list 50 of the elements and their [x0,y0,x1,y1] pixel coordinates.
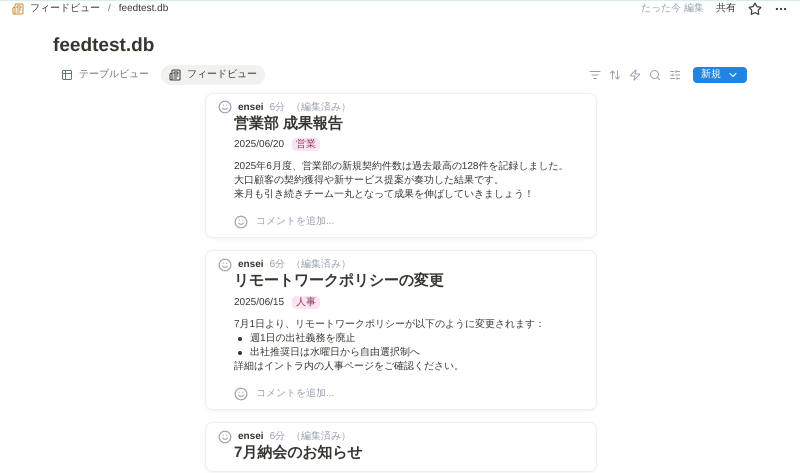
author-name: ensei [238,258,264,272]
new-button[interactable]: 新規 [693,66,747,82]
edited-label: （編集済み） [291,258,352,272]
post-time: 6分 [270,258,286,272]
avatar-icon [218,100,232,114]
breadcrumb-link[interactable]: feedtest.db [118,1,168,16]
body-text: 7月1日より、リモートワークポリシーが以下のように変更されます： [234,318,546,332]
settings-icon[interactable] [669,68,681,80]
filter-icon[interactable] [589,68,601,80]
category-tag: 人事 [292,296,320,309]
post-date: 2025/06/15 [234,296,284,310]
sort-icon[interactable] [609,68,621,80]
bullet-icon [238,351,242,355]
comment-field[interactable]: コメントを追加... [256,214,496,230]
comment-field[interactable]: コメントを追加... [256,386,496,401]
list-item: 出社推奨日は水曜日から自由選択制へ [250,346,420,360]
search-icon[interactable] [649,68,661,80]
view-tab[interactable]: フィードビュー [161,64,265,84]
breadcrumb-link[interactable]: フィードビュー [30,1,100,16]
post-title: 7月納会のお知らせ [233,444,364,463]
body-text: 来月も引き続きチーム一丸となって成果を伸ばしていきましょう！ [234,188,535,202]
share-button[interactable]: 共有 [716,1,736,16]
page-title: feedtest.db [53,34,156,58]
edited-status: たった今 編集 [641,2,704,16]
breadcrumb-separator: / [107,2,112,16]
post-date: 2025/06/20 [234,138,284,152]
commenter-avatar-icon [234,386,248,400]
body-text: 大口顧客の契約獲得や新サービス提案が奏功した結果です。 [234,174,505,188]
bullet-icon [238,337,242,341]
body-text: 詳細はイントラ内の人事ページをご確認ください。 [234,360,465,374]
body-text: 2025年6月度、営業部の新規契約件数は過去最高の128件を記録しました。 [234,160,570,174]
author-name: ensei [238,430,264,444]
post-time: 6分 [270,430,286,444]
post-title: リモートワークポリシーの変更 [233,272,445,291]
lightning-icon[interactable] [629,68,641,80]
database-icon [12,2,24,14]
favorite-icon[interactable] [748,2,762,16]
commenter-avatar-icon [234,214,248,229]
avatar-icon [218,430,232,444]
edited-label: （編集済み） [291,100,352,114]
post-time: 6分 [270,100,286,114]
view-tab[interactable]: テーブルビュー [53,64,157,84]
edited-label: （編集済み） [291,430,352,444]
feed-icon [169,68,181,80]
category-tag: 営業 [292,138,320,152]
post-title: 営業部 成果報告 [233,114,344,134]
table-icon [61,68,73,80]
avatar-icon [218,258,232,272]
author-name: ensei [238,100,264,114]
list-item: 週1日の出社義務を廃止 [250,332,356,346]
